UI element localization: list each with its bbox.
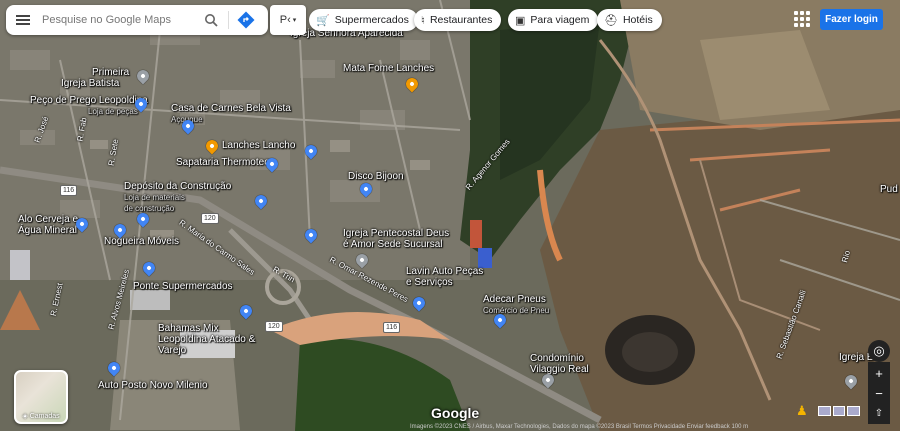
layers-label: Camadas bbox=[29, 412, 60, 420]
place-label[interactable]: Alo Cerveja e Água Mineral bbox=[18, 214, 80, 236]
attribution-text: Imagens ©2023 CNES / Airbus, Maxar Techn… bbox=[410, 424, 749, 430]
chip-hotels[interactable]: ⛑ Hotéis bbox=[597, 9, 662, 31]
place-label[interactable]: Mata Fome Lanches bbox=[343, 63, 434, 74]
suitcase-icon: ▣ bbox=[515, 14, 526, 27]
place-label[interactable]: Pud bbox=[880, 184, 898, 195]
search-icon[interactable] bbox=[200, 9, 222, 31]
directions-icon[interactable] bbox=[235, 9, 257, 31]
highway-shield: 116 bbox=[383, 322, 401, 333]
place-label[interactable]: Condomínio Vilaggio Real bbox=[530, 353, 600, 375]
fork-knife-icon: ♮ bbox=[421, 14, 425, 27]
search-box bbox=[6, 5, 268, 35]
chip-restaurants[interactable]: ♮ Restaurantes bbox=[414, 9, 502, 31]
expand-icon[interactable]: ⇧ bbox=[868, 402, 890, 424]
highway-shield: 116 bbox=[60, 185, 78, 196]
place-label[interactable]: Igreja Batista bbox=[61, 78, 119, 89]
divider bbox=[228, 11, 229, 29]
zoom-out-button[interactable]: − bbox=[868, 382, 890, 404]
login-button[interactable]: Fazer login bbox=[820, 9, 883, 30]
cart-icon: 🛒 bbox=[316, 14, 330, 27]
layer-select[interactable]: P‹ ▾ bbox=[270, 5, 306, 35]
place-label[interactable]: Nogueira Móveis bbox=[104, 236, 179, 247]
satellite-map[interactable]: 116 120 120 116 R. Maria do Carmo Sales … bbox=[0, 0, 900, 431]
place-label[interactable]: Lavin Auto Peças e Serviços bbox=[406, 266, 486, 288]
menu-icon[interactable] bbox=[6, 5, 40, 35]
chip-label: Hotéis bbox=[622, 14, 653, 26]
place-label[interactable]: Igreja Pentecostal Deus é Amor Sede Sucu… bbox=[343, 228, 453, 250]
place-label[interactable]: Ponte Supermercados bbox=[133, 281, 233, 292]
bed-icon: ⛑ bbox=[604, 14, 618, 27]
google-logo: Google bbox=[431, 405, 480, 421]
pegman-icon[interactable]: ♟ bbox=[796, 403, 810, 421]
zoom-in-button[interactable]: + bbox=[868, 362, 890, 384]
caret-down-icon: ▾ bbox=[292, 17, 297, 24]
place-label[interactable]: Adecar Pneus Comércio de Pneu bbox=[483, 294, 549, 316]
chip-takeout[interactable]: ▣ Para viagem bbox=[508, 9, 599, 31]
highway-shield: 120 bbox=[201, 213, 219, 224]
place-label[interactable]: Primeira bbox=[92, 67, 129, 78]
apps-grid-icon[interactable] bbox=[794, 11, 810, 27]
place-label[interactable]: Disco Bijoon bbox=[348, 171, 404, 182]
layers-toggle[interactable]: ◈ Camadas bbox=[14, 370, 68, 424]
place-label[interactable]: Sapataria Thermoteo bbox=[176, 157, 270, 168]
chip-label: Restaurantes bbox=[429, 14, 493, 26]
satellite-imagery bbox=[0, 0, 900, 431]
layers-icon: ◈ bbox=[22, 413, 28, 420]
imagery-thumbnails[interactable] bbox=[818, 406, 861, 416]
layer-select-label: P‹ bbox=[279, 14, 291, 26]
place-label[interactable]: Peço de Prego Leopoldina Loja de peças bbox=[30, 95, 148, 117]
chip-label: Para viagem bbox=[530, 14, 590, 26]
place-label[interactable]: Bahamas Mix Leopoldina Atacado & Varejo bbox=[158, 323, 268, 356]
chip-label: Supermercados bbox=[334, 14, 409, 26]
place-label[interactable]: Auto Posto Novo Milenio bbox=[98, 380, 208, 391]
place-label[interactable]: Lanches Lancho bbox=[222, 140, 295, 151]
compass-icon[interactable]: ◎ bbox=[868, 340, 890, 362]
search-input[interactable] bbox=[40, 13, 194, 27]
chip-supermarkets[interactable]: 🛒 Supermercados bbox=[309, 9, 418, 31]
place-label[interactable]: Depósito da Construção Loja de materiais … bbox=[124, 181, 231, 214]
